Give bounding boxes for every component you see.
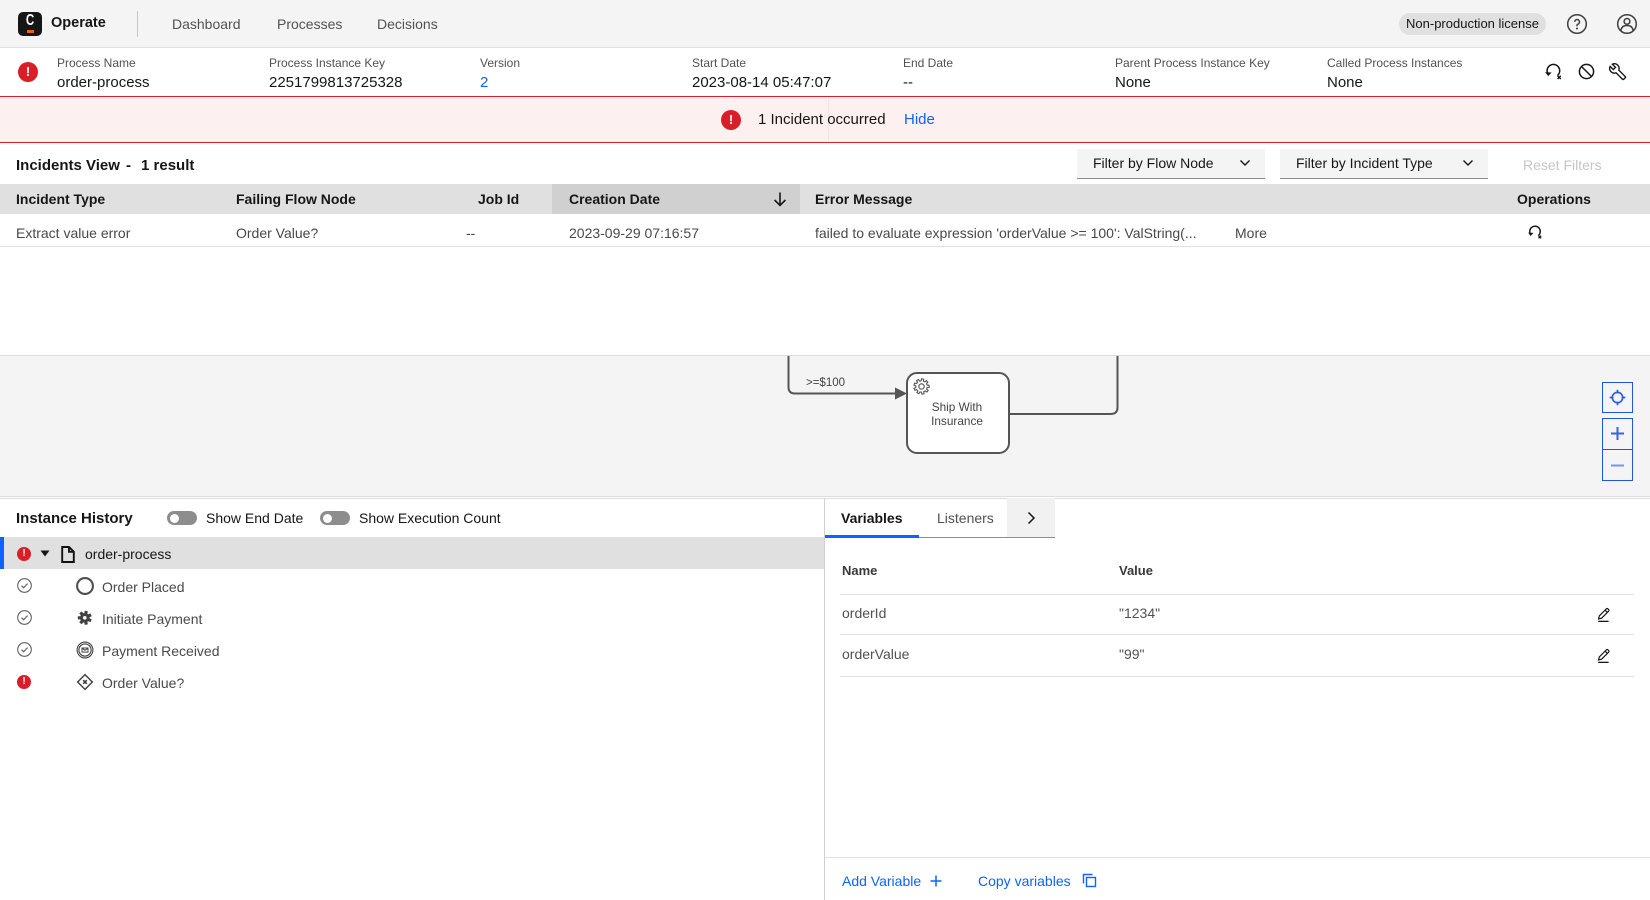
svg-text:Insurance: Insurance	[931, 414, 983, 428]
svg-text:>=$100: >=$100	[806, 377, 845, 389]
svg-text:Ship With: Ship With	[932, 400, 982, 414]
